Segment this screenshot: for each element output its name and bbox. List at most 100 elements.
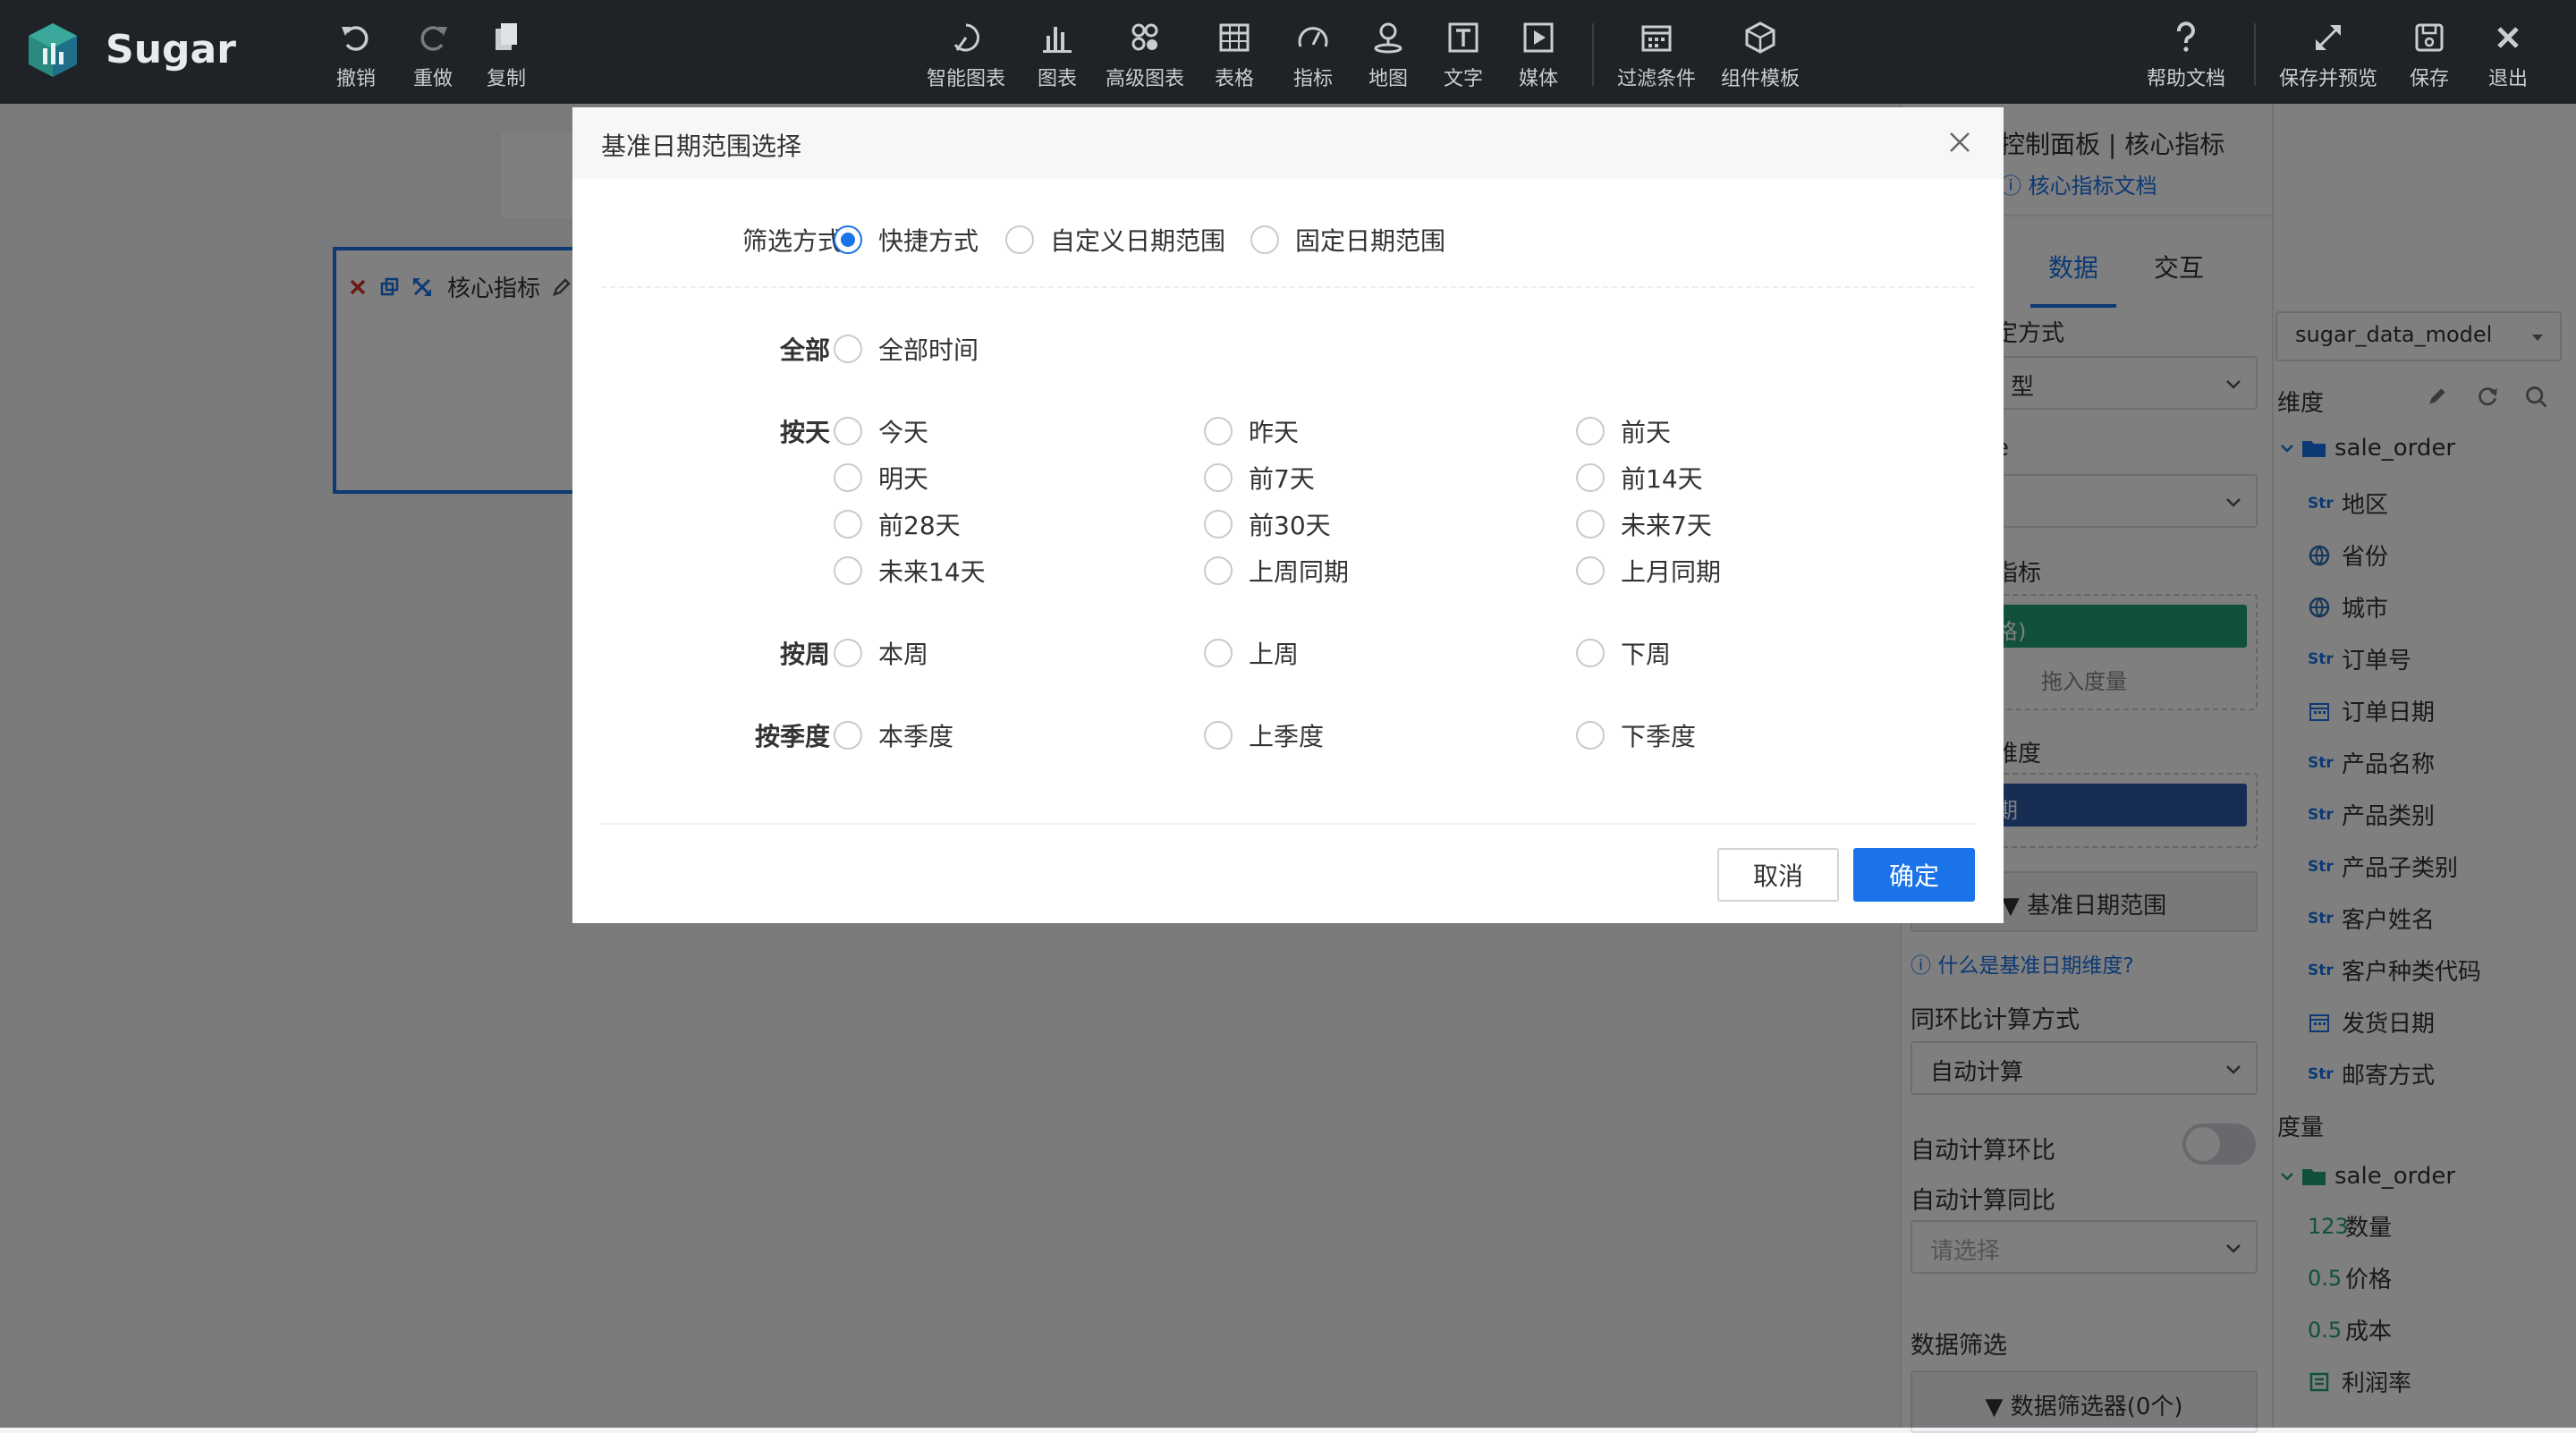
advanced-chart-label: 高级图表 [1106, 68, 1185, 90]
play-icon [1523, 22, 1554, 53]
radio-unchecked[interactable] [834, 335, 862, 363]
date-option-radio[interactable]: 上周 [1204, 635, 1299, 671]
filter-calendar-icon [1641, 25, 1672, 52]
close-x-icon [2497, 27, 2519, 48]
date-option-label: 本周 [878, 640, 929, 669]
dialog-title: 基准日期范围选择 [601, 131, 802, 161]
date-option-radio[interactable]: 下季度 [1576, 717, 1696, 753]
top-toolbar: Sugar 撤销 重做 复制 智能图表 图表 高级图表 表格 指标 地图 文字 [0, 0, 2576, 104]
exit-button[interactable]: 退出 [2488, 20, 2528, 91]
date-option-radio[interactable]: 今天 [834, 413, 928, 449]
date-option-label: 未来14天 [878, 557, 986, 587]
radio-unchecked[interactable] [1576, 417, 1605, 445]
radio-unchecked[interactable] [1204, 721, 1233, 750]
mode-radio-custom[interactable]: 自定义日期范围 [1005, 222, 1225, 258]
date-option-radio[interactable]: 上季度 [1204, 717, 1324, 753]
date-option-radio[interactable]: 未来7天 [1576, 506, 1712, 542]
date-option-radio[interactable]: 前28天 [834, 506, 961, 542]
radio-checked[interactable] [834, 225, 862, 254]
radio-unchecked[interactable] [834, 639, 862, 667]
cancel-button[interactable]: 取消 [1717, 848, 1839, 902]
date-option-label: 昨天 [1249, 418, 1300, 447]
bar-chart-icon [1043, 27, 1072, 53]
radio-unchecked[interactable] [834, 463, 862, 492]
radio-unchecked[interactable] [834, 510, 862, 538]
save-label: 保存 [2410, 68, 2450, 90]
date-option-radio[interactable]: 未来14天 [834, 553, 986, 589]
date-option-radio[interactable]: 前7天 [1204, 460, 1315, 496]
mode-radio-fixed[interactable]: 固定日期范围 [1250, 222, 1445, 258]
date-option-radio[interactable]: 下周 [1576, 635, 1671, 671]
radio-unchecked[interactable] [834, 556, 862, 585]
date-option-label: 前30天 [1249, 511, 1331, 540]
mode-label-custom: 自定义日期范围 [1050, 226, 1226, 256]
indicator-button[interactable]: 指标 [1293, 20, 1333, 91]
text-icon [1448, 22, 1479, 53]
radio-unchecked[interactable] [1576, 556, 1605, 585]
save-preview-button[interactable]: 保存并预览 [2279, 20, 2377, 91]
date-option-label: 上月同期 [1621, 557, 1722, 587]
date-option-radio[interactable]: 前30天 [1204, 506, 1331, 542]
radio-unchecked[interactable] [1204, 417, 1233, 445]
date-option-radio[interactable]: 上月同期 [1576, 553, 1721, 589]
filter-condition-button[interactable]: 过滤条件 [1617, 20, 1696, 91]
radio-unchecked[interactable] [1576, 463, 1605, 492]
date-option-radio[interactable]: 全部时间 [834, 331, 979, 367]
date-option-radio[interactable]: 前天 [1576, 413, 1671, 449]
date-option-radio[interactable]: 前14天 [1576, 460, 1703, 496]
date-option-radio[interactable]: 明天 [834, 460, 928, 496]
date-option-radio[interactable]: 上周同期 [1204, 553, 1349, 589]
date-option-label: 全部时间 [878, 335, 979, 365]
sugar-logo-icon [25, 21, 80, 79]
close-icon[interactable] [1948, 131, 1971, 154]
copy-button[interactable]: 复制 [487, 20, 526, 91]
radio-unchecked[interactable] [834, 721, 862, 750]
group-label-all: 全部 [779, 335, 830, 365]
gauge-icon [1298, 27, 1328, 47]
radio-unchecked[interactable] [1250, 225, 1279, 254]
smart-chart-label: 智能图表 [927, 68, 1006, 90]
radio-unchecked[interactable] [1204, 510, 1233, 538]
toolbar-separator [2254, 23, 2256, 86]
date-option-radio[interactable]: 本周 [834, 635, 928, 671]
smart-chart-button[interactable]: 智能图表 [927, 20, 1005, 91]
radio-unchecked[interactable] [1576, 639, 1605, 667]
dialog-header: 基准日期范围选择 [572, 107, 2004, 179]
chart-button[interactable]: 图表 [1038, 20, 1077, 91]
save-button[interactable]: 保存 [2410, 20, 2449, 91]
date-option-label: 前14天 [1621, 464, 1703, 494]
help-doc-button[interactable]: 帮助文档 [2147, 20, 2225, 91]
copy-label: 复制 [487, 68, 527, 90]
filter-mode-label: 筛选方式 [741, 226, 843, 256]
date-option-radio[interactable]: 本季度 [834, 717, 953, 753]
date-option-label: 本季度 [878, 722, 954, 751]
table-button[interactable]: 表格 [1215, 20, 1254, 91]
media-button[interactable]: 媒体 [1519, 20, 1558, 91]
radio-unchecked[interactable] [1576, 721, 1605, 750]
component-template-label: 组件模板 [1721, 68, 1801, 90]
undo-icon [342, 26, 369, 51]
date-option-radio[interactable]: 昨天 [1204, 413, 1299, 449]
base-date-range-dialog: 基准日期范围选择 筛选方式 快捷方式 自定义日期范围 固定日期范围 全部 按天 … [572, 107, 2004, 923]
question-icon [2176, 21, 2195, 52]
advanced-chart-button[interactable]: 高级图表 [1106, 20, 1184, 91]
cube-icon [1745, 21, 1775, 54]
radio-unchecked[interactable] [1204, 639, 1233, 667]
radio-unchecked[interactable] [1005, 225, 1034, 254]
date-option-label: 下周 [1621, 640, 1672, 669]
radio-unchecked[interactable] [1204, 463, 1233, 492]
indicator-label: 指标 [1293, 68, 1334, 90]
map-pin-icon [1374, 22, 1402, 54]
confirm-button[interactable]: 确定 [1853, 848, 1975, 902]
mode-radio-shortcut[interactable]: 快捷方式 [834, 222, 979, 258]
redo-button[interactable]: 重做 [413, 20, 453, 91]
map-button[interactable]: 地图 [1368, 20, 1408, 91]
component-template-button[interactable]: 组件模板 [1721, 20, 1800, 91]
radio-unchecked[interactable] [834, 417, 862, 445]
expand-icon [2316, 25, 2341, 50]
radio-unchecked[interactable] [1204, 556, 1233, 585]
radio-unchecked[interactable] [1576, 510, 1605, 538]
save-icon [2415, 23, 2444, 52]
text-button[interactable]: 文字 [1444, 20, 1483, 91]
undo-button[interactable]: 撤销 [336, 20, 376, 91]
